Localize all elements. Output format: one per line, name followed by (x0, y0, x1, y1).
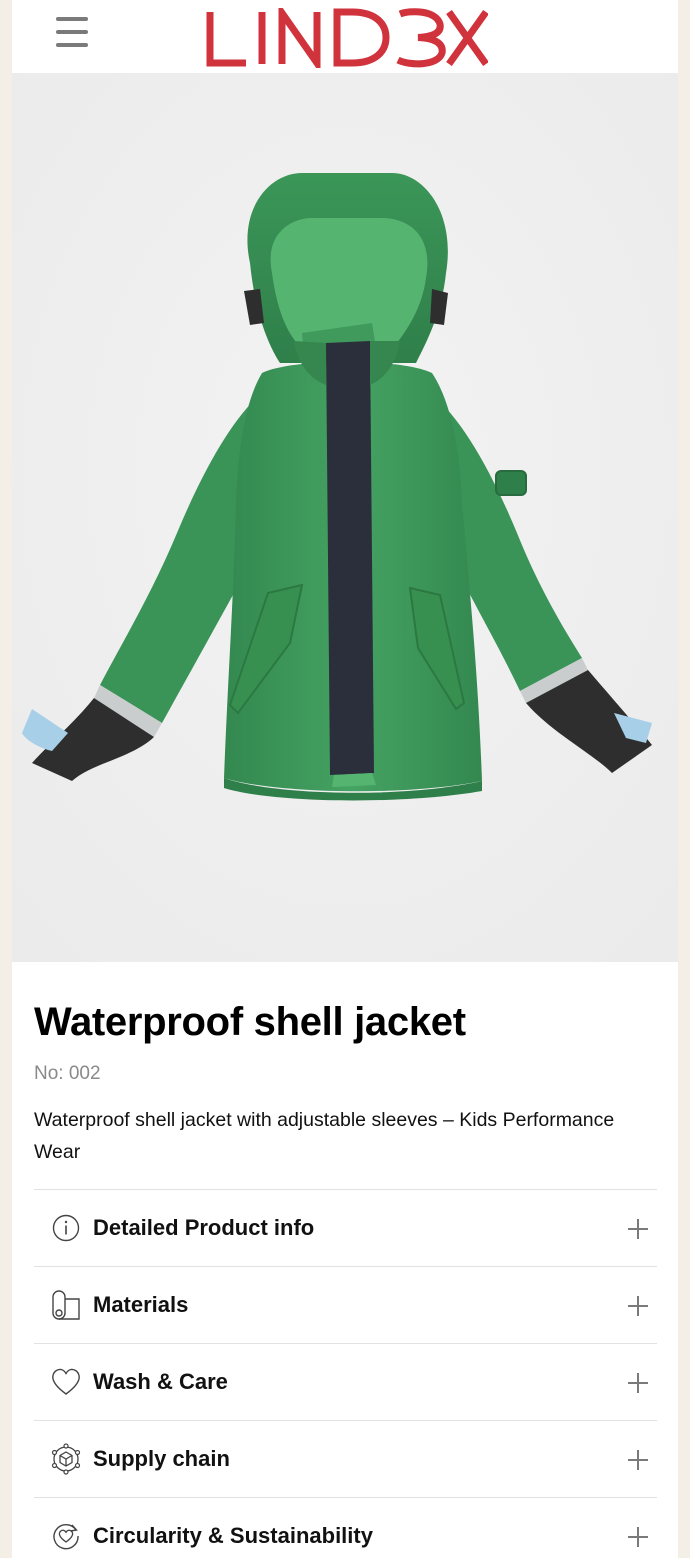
accordion-label: Detailed Product info (93, 1215, 315, 1240)
accordion-label: Wash & Care (93, 1369, 228, 1394)
jacket-illustration (12, 73, 678, 962)
product-title: Waterproof shell jacket (34, 1000, 466, 1044)
accordion-label: Materials (93, 1292, 189, 1317)
plus-icon[interactable] (628, 1219, 648, 1239)
accordion-materials[interactable]: Materials (34, 1266, 657, 1343)
accordion-wash-care[interactable]: Wash & Care (34, 1343, 657, 1420)
lindex-logo[interactable] (204, 8, 488, 68)
hamburger-icon-line (56, 43, 88, 47)
heart-icon (50, 1366, 82, 1398)
plus-icon[interactable] (628, 1296, 648, 1316)
accordion-supply-chain[interactable]: Supply chain (34, 1420, 657, 1497)
hamburger-icon-line (56, 17, 88, 21)
hamburger-icon-line (56, 30, 88, 34)
article-number: No: 002 (34, 1063, 101, 1084)
plus-icon[interactable] (628, 1450, 648, 1470)
plus-icon[interactable] (628, 1527, 648, 1547)
hamburger-menu-button[interactable] (56, 17, 88, 47)
accordion-label: Circularity & Sustainability (93, 1523, 373, 1548)
info-icon (50, 1212, 82, 1244)
accordion-circularity-sustainability[interactable]: Circularity & Sustainability (34, 1497, 657, 1558)
product-info-accordion: Detailed Product info Materials Wash & C… (34, 1189, 657, 1558)
accordion-label: Supply chain (93, 1446, 230, 1471)
fabric-roll-icon (50, 1289, 82, 1321)
product-image[interactable] (12, 73, 678, 962)
product-description: Waterproof shell jacket with adjustable … (34, 1109, 615, 1163)
supply-chain-icon (50, 1443, 82, 1475)
circular-heart-icon (50, 1520, 82, 1552)
site-header (12, 0, 678, 73)
product-details: Waterproof shell jacket No: 002 Waterpro… (12, 962, 678, 1558)
plus-icon[interactable] (628, 1373, 648, 1393)
accordion-detailed-product-info[interactable]: Detailed Product info (34, 1189, 657, 1266)
product-page: Waterproof shell jacket No: 002 Waterpro… (12, 0, 678, 1558)
